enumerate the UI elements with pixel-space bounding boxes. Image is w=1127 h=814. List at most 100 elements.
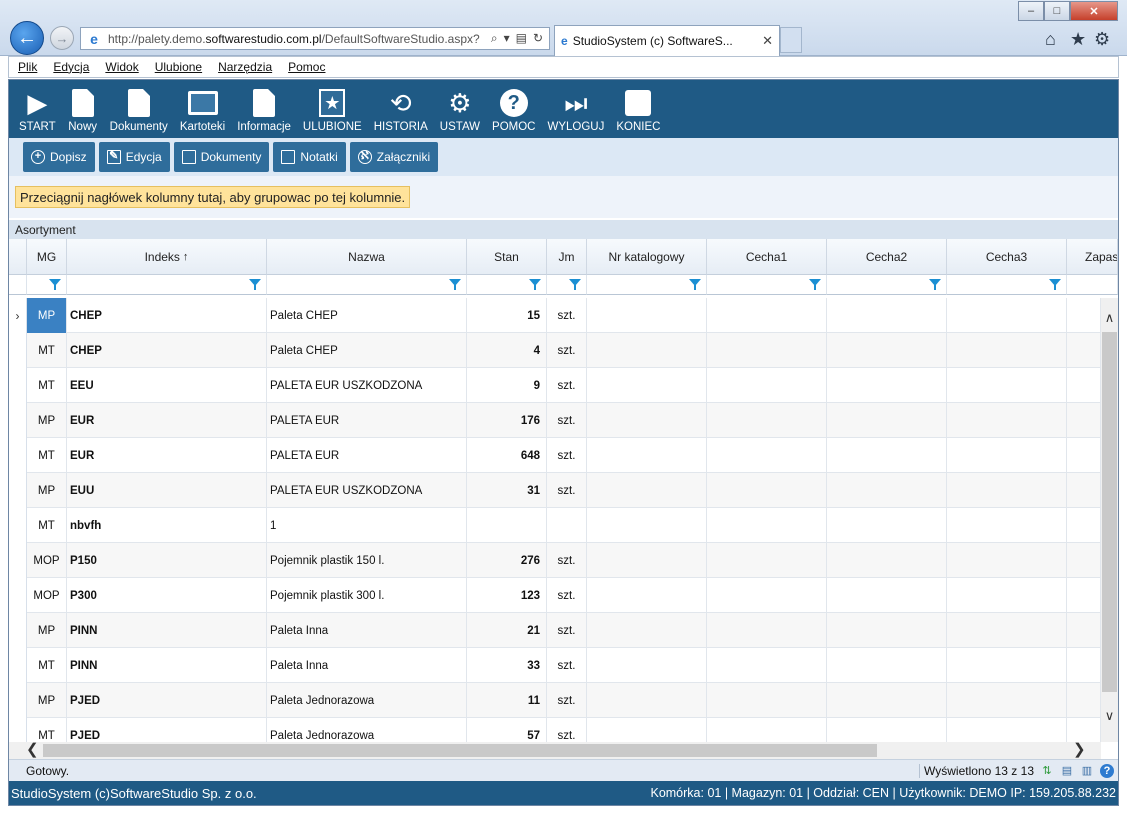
cell-cecha1[interactable] [707,508,827,543]
cell-cecha1[interactable] [707,718,827,742]
cell-mg[interactable]: MP [27,613,67,648]
start-button[interactable]: ▶ START [13,80,62,138]
help-icon[interactable]: ? [1100,764,1114,778]
logout-button[interactable]: ⏭ WYLOGUJ [542,80,611,138]
cell-zapas[interactable] [1067,438,1101,473]
close-window-button[interactable]: ✕ [1070,1,1118,21]
cell-mg[interactable]: MOP [27,543,67,578]
cell-nr-katalogowy[interactable] [587,403,707,438]
cell-mg[interactable]: MP [27,683,67,718]
cell-stan[interactable]: 123 [467,578,547,613]
cell-nazwa[interactable]: PALETA EUR USZKODZONA [267,368,467,403]
cell-stan[interactable]: 4 [467,333,547,368]
cell-stan[interactable]: 176 [467,403,547,438]
cell-jm[interactable]: szt. [547,543,587,578]
notes-button[interactable]: Notatki [273,142,346,172]
cell-mg[interactable]: MT [27,333,67,368]
cell-nr-katalogowy[interactable] [587,368,707,403]
row-indicator[interactable] [9,648,27,683]
cell-cecha2[interactable] [827,403,947,438]
column-header-nazwa[interactable]: Nazwa [267,239,467,275]
cell-mg[interactable]: MT [27,508,67,543]
forward-button[interactable]: → [50,26,74,50]
row-indicator[interactable] [9,613,27,648]
cell-nazwa[interactable]: Paleta CHEP [267,333,467,368]
cell-cecha3[interactable] [947,473,1067,508]
cell-nazwa[interactable]: PALETA EUR USZKODZONA [267,473,467,508]
scroll-left-icon[interactable]: ❮ [26,740,39,758]
cell-jm[interactable]: szt. [547,648,587,683]
cell-stan[interactable]: 9 [467,368,547,403]
dropdown-icon[interactable]: ▾ [504,31,510,46]
table-row[interactable]: MOP P300 Pojemnik plastik 300 l. 123 szt. [9,578,1101,613]
menu-pomoc[interactable]: Pomoc [288,60,325,74]
cell-cecha3[interactable] [947,648,1067,683]
end-button[interactable]: KONIEC [610,80,666,138]
filter-icon[interactable] [809,279,821,290]
favorites-button[interactable]: ★ ULUBIONE [297,80,368,138]
table-row[interactable]: MT EUR PALETA EUR 648 szt. [9,438,1101,473]
cell-cecha2[interactable] [827,648,947,683]
row-indicator[interactable] [9,333,27,368]
cell-jm[interactable]: szt. [547,368,587,403]
export-icon[interactable]: ▤ [1060,764,1074,778]
cell-cecha2[interactable] [827,613,947,648]
cell-cecha2[interactable] [827,578,947,613]
cell-nazwa[interactable]: Pojemnik plastik 300 l. [267,578,467,613]
table-row[interactable]: MP PJED Paleta Jednorazowa 11 szt. [9,683,1101,718]
scroll-up-icon[interactable]: ∧ [1101,310,1118,326]
cell-mg[interactable]: MP [27,298,67,333]
cell-mg[interactable]: MP [27,403,67,438]
table-row[interactable]: › MP CHEP Paleta CHEP 15 szt. [9,298,1101,333]
cell-cecha2[interactable] [827,333,947,368]
cell-zapas[interactable] [1067,298,1101,333]
cell-nazwa[interactable]: PALETA EUR [267,438,467,473]
cell-cecha1[interactable] [707,368,827,403]
cell-cecha2[interactable] [827,298,947,333]
cell-indeks[interactable]: PINN [67,648,267,683]
cell-stan[interactable]: 648 [467,438,547,473]
filter-icon[interactable] [449,279,461,290]
cell-cecha2[interactable] [827,438,947,473]
add-button[interactable]: + Dopisz [23,142,95,172]
close-tab-icon[interactable]: ✕ [762,33,773,49]
cell-nr-katalogowy[interactable] [587,298,707,333]
cell-nazwa[interactable]: 1 [267,508,467,543]
filter-nazwa[interactable] [267,275,467,295]
cell-nazwa[interactable]: Paleta Jednorazowa [267,683,467,718]
row-indicator[interactable] [9,718,27,742]
table-row[interactable]: MP EUR PALETA EUR 176 szt. [9,403,1101,438]
cell-stan[interactable]: 276 [467,543,547,578]
filter-stan[interactable] [467,275,547,295]
cell-nr-katalogowy[interactable] [587,648,707,683]
cell-nr-katalogowy[interactable] [587,718,707,742]
row-indicator[interactable] [9,683,27,718]
cell-nr-katalogowy[interactable] [587,613,707,648]
filter-icon[interactable] [249,279,261,290]
filter-cecha1[interactable] [707,275,827,295]
cell-indeks[interactable]: P300 [67,578,267,613]
column-header-mg[interactable]: MG [27,239,67,275]
cell-cecha1[interactable] [707,543,827,578]
table-row[interactable]: MT EEU PALETA EUR USZKODZONA 9 szt. [9,368,1101,403]
cell-jm[interactable]: szt. [547,438,587,473]
filter-cecha2[interactable] [827,275,947,295]
column-header-jm[interactable]: Jm [547,239,587,275]
table-row[interactable]: MT nbvfh 1 [9,508,1101,543]
cell-cecha1[interactable] [707,648,827,683]
menu-narzedzia[interactable]: Narzędzia [218,60,272,74]
minimize-button[interactable]: – [1018,1,1044,21]
table-row[interactable]: MOP P150 Pojemnik plastik 150 l. 276 szt. [9,543,1101,578]
cell-cecha3[interactable] [947,298,1067,333]
filter-jm[interactable] [547,275,587,295]
filter-indeks[interactable] [67,275,267,295]
cell-mg[interactable]: MT [27,438,67,473]
filter-icon[interactable] [49,279,61,290]
cell-jm[interactable]: szt. [547,298,587,333]
cell-indeks[interactable]: P150 [67,543,267,578]
cell-jm[interactable]: szt. [547,718,587,742]
maximize-button[interactable]: □ [1044,1,1070,21]
cell-mg[interactable]: MT [27,648,67,683]
help-button[interactable]: ? POMOC [486,80,541,138]
cell-zapas[interactable] [1067,333,1101,368]
